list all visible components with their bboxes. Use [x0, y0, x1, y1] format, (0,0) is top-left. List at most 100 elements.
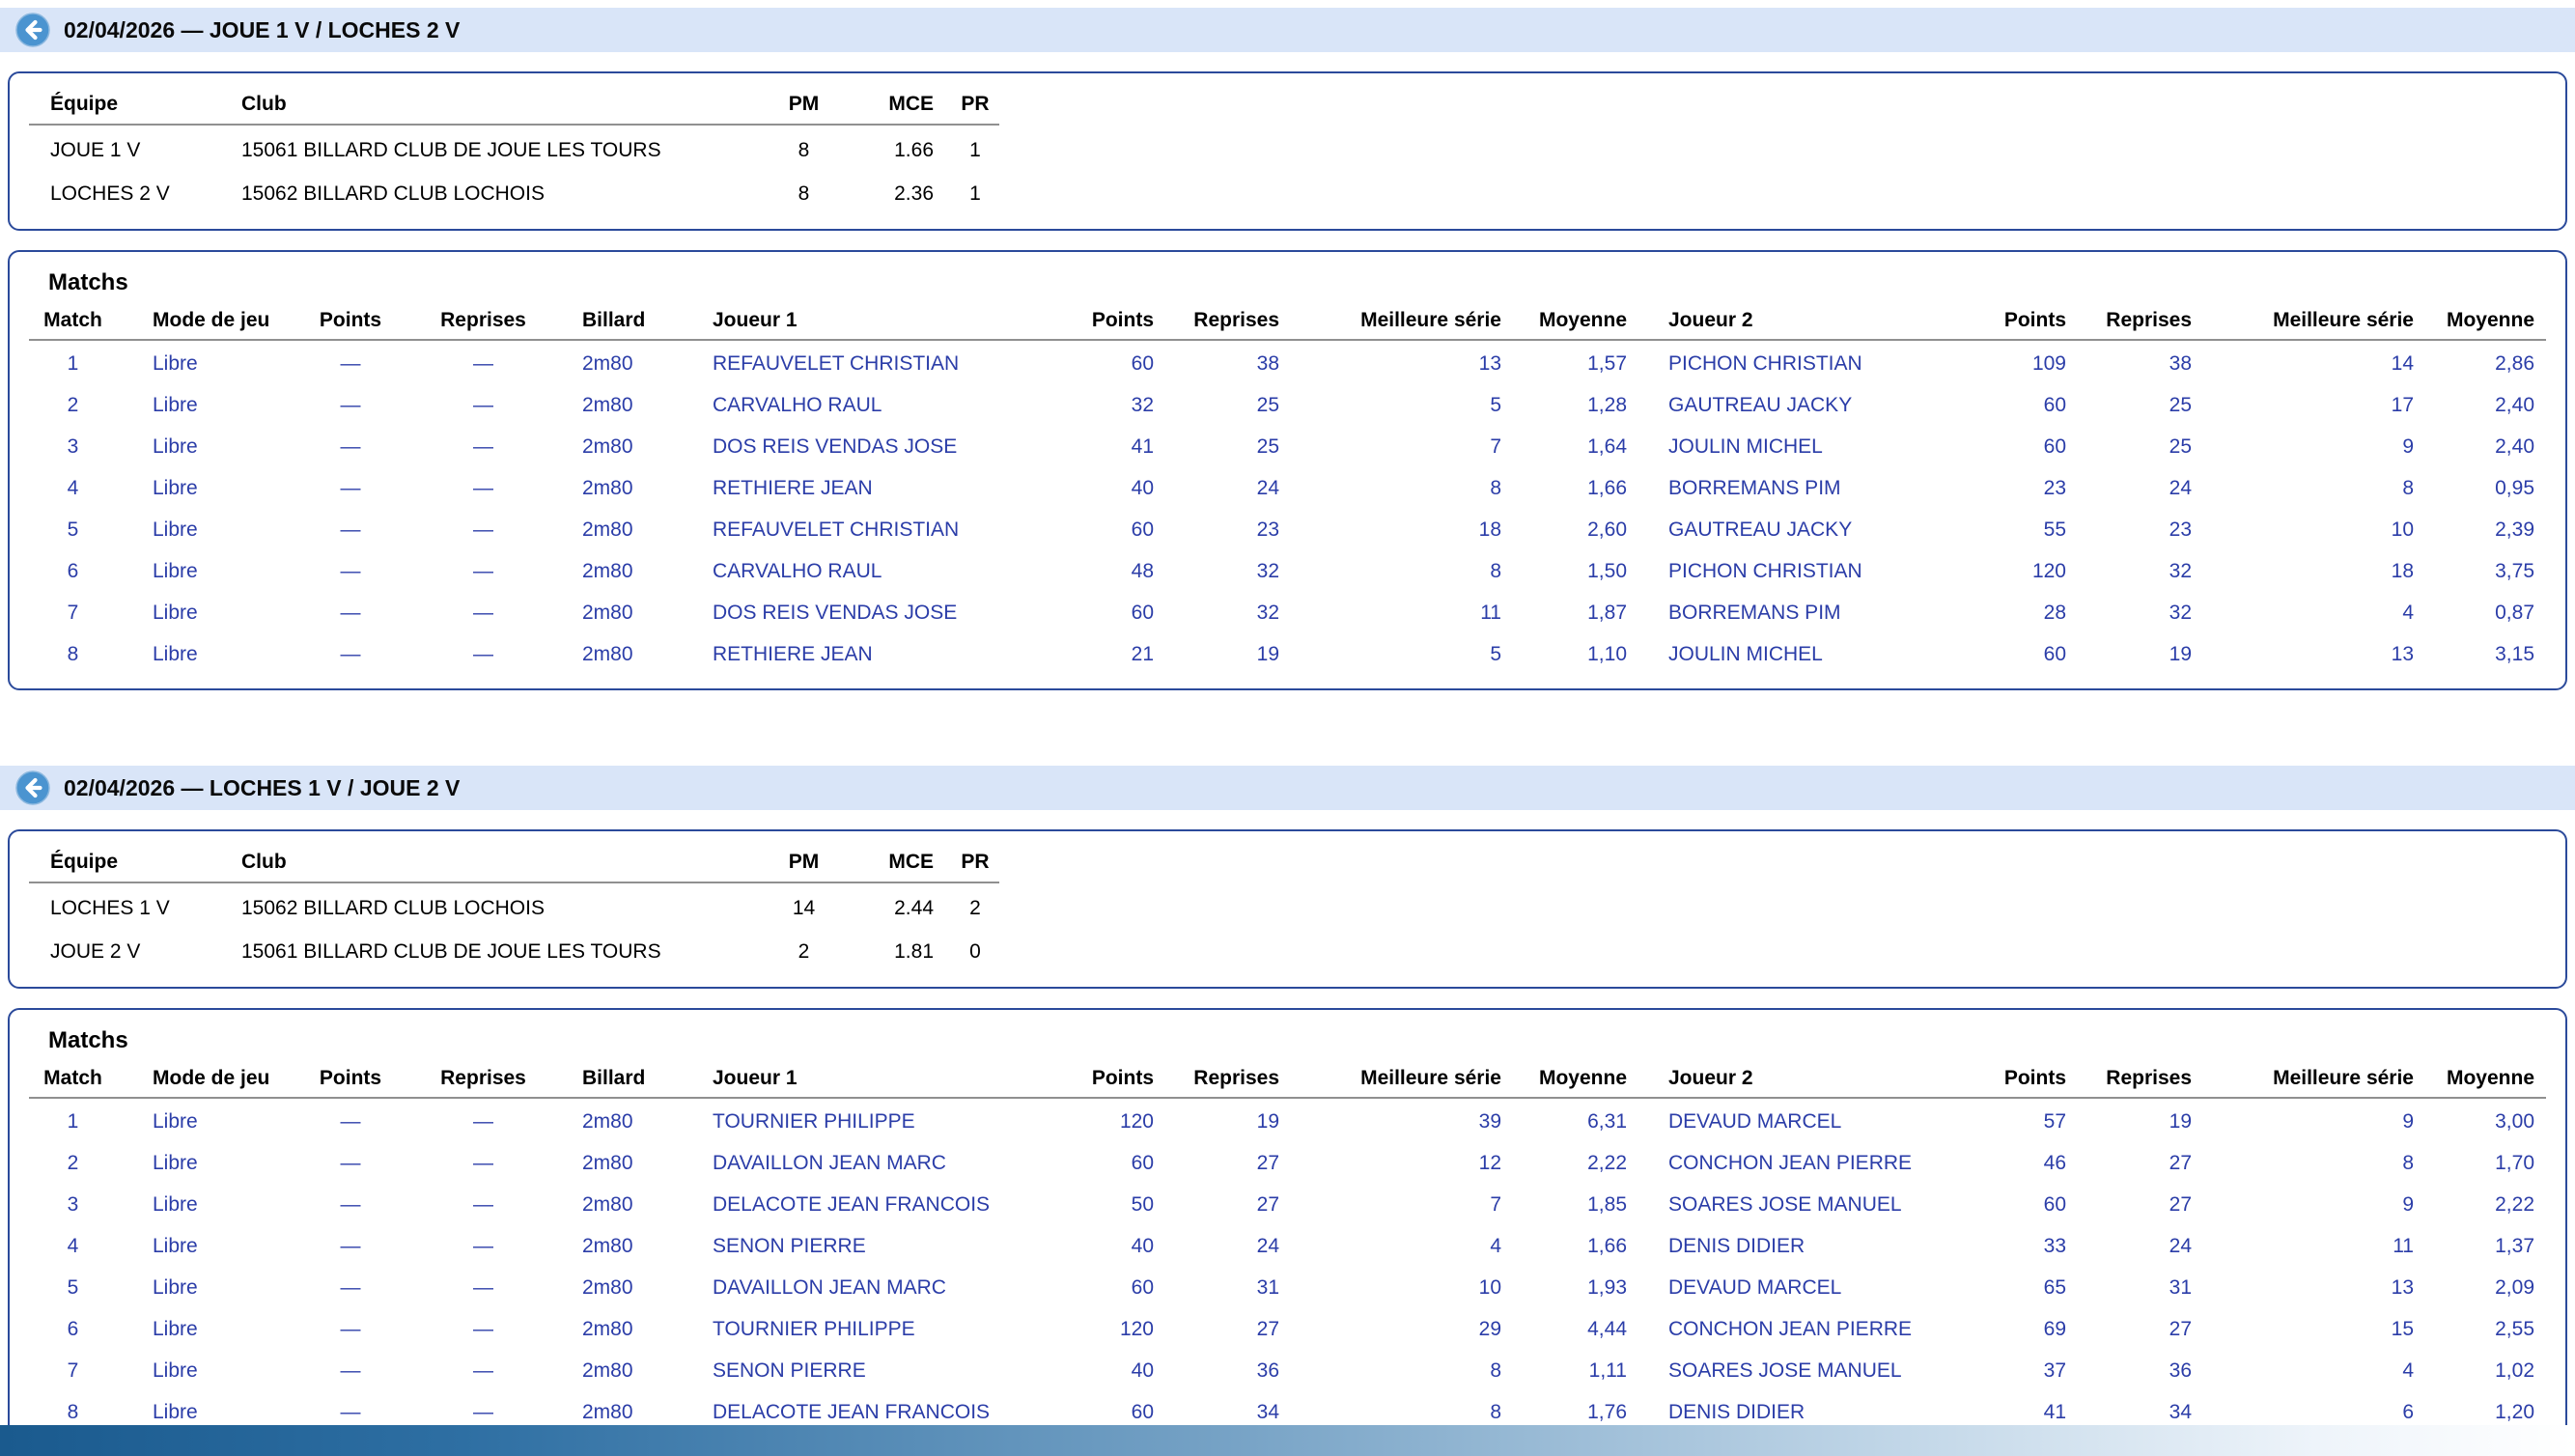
team-pr: 2: [941, 897, 1009, 920]
player2-name: GAUTREAU JACKY: [1635, 394, 1968, 417]
player2-reprises: 36: [2074, 1359, 2199, 1383]
player2-moyenne: 1,02: [2421, 1359, 2542, 1383]
match-number: 7: [27, 602, 119, 625]
matches-body: 1 Libre — — 2m80 REFAUVELET CHRISTIAN 60…: [27, 343, 2548, 675]
match-number: 8: [27, 643, 119, 666]
col-reprises-j1: Reprises: [1162, 309, 1287, 332]
player1-reprises: 27: [1162, 1193, 1287, 1217]
player2-reprises: 23: [2074, 518, 2199, 542]
match-billard: 2m80: [553, 352, 693, 376]
matches-panel: Matchs Match Mode de jeu Points Reprises…: [8, 250, 2567, 690]
matches-header-row: Match Mode de jeu Points Reprises Billar…: [27, 302, 2548, 339]
section-header: 02/04/2026 — JOUE 1 V / LOCHES 2 V: [0, 8, 2575, 52]
back-arrow-icon[interactable]: [15, 13, 50, 47]
match-row: 1 Libre — — 2m80 REFAUVELET CHRISTIAN 60…: [27, 343, 2548, 384]
player1-name: TOURNIER PHILIPPE: [693, 1318, 1055, 1341]
match-billard: 2m80: [553, 602, 693, 625]
match-points-dash: —: [288, 602, 413, 625]
player2-points: 120: [1968, 560, 2074, 583]
match-row: 3 Libre — — 2m80 DELACOTE JEAN FRANCOIS …: [27, 1184, 2548, 1225]
player2-meilleure-serie: 17: [2199, 394, 2421, 417]
col-meilleure-serie-j2: Meilleure série: [2199, 309, 2421, 332]
match-row: 2 Libre — — 2m80 CARVALHO RAUL 32 25 5 1…: [27, 384, 2548, 426]
col-reprises: Reprises: [413, 309, 553, 332]
player1-points: 60: [1055, 1152, 1162, 1175]
player1-points: 120: [1055, 1318, 1162, 1341]
teams-header-row: Équipe Club PM MCE PR: [29, 87, 2546, 122]
match-reprises-dash: —: [413, 643, 553, 666]
player2-reprises: 34: [2074, 1401, 2199, 1424]
player2-moyenne: 2,09: [2421, 1276, 2542, 1300]
player2-name: DEVAUD MARCEL: [1635, 1110, 1968, 1134]
teams-header-equipe: Équipe: [29, 851, 222, 874]
player2-moyenne: 1,37: [2421, 1235, 2542, 1258]
club-name: 15062 BILLARD CLUB LOCHOIS: [222, 182, 763, 206]
team-mce: 1.66: [845, 139, 941, 162]
player2-reprises: 19: [2074, 643, 2199, 666]
player1-meilleure-serie: 5: [1287, 643, 1509, 666]
player2-meilleure-serie: 18: [2199, 560, 2421, 583]
match-mode: Libre: [119, 602, 288, 625]
teams-header-club: Club: [222, 851, 763, 874]
matches-panel: Matchs Match Mode de jeu Points Reprises…: [8, 1008, 2567, 1448]
player1-reprises: 23: [1162, 518, 1287, 542]
player2-meilleure-serie: 4: [2199, 1359, 2421, 1383]
player2-moyenne: 1,20: [2421, 1401, 2542, 1424]
player2-reprises: 32: [2074, 602, 2199, 625]
match-mode: Libre: [119, 1152, 288, 1175]
player2-points: 23: [1968, 477, 2074, 500]
player1-meilleure-serie: 5: [1287, 394, 1509, 417]
match-billard: 2m80: [553, 394, 693, 417]
match-row: 2 Libre — — 2m80 DAVAILLON JEAN MARC 60 …: [27, 1142, 2548, 1184]
section-title: 02/04/2026 — LOCHES 1 V / JOUE 2 V: [64, 775, 460, 801]
player1-meilleure-serie: 13: [1287, 352, 1509, 376]
match-points-dash: —: [288, 560, 413, 583]
match-number: 3: [27, 1193, 119, 1217]
match-billard: 2m80: [553, 1276, 693, 1300]
match-mode: Libre: [119, 643, 288, 666]
teams-header-mce: MCE: [845, 93, 941, 116]
player1-reprises: 27: [1162, 1318, 1287, 1341]
match-number: 5: [27, 1276, 119, 1300]
col-joueur-1: Joueur 1: [693, 309, 1055, 332]
team-pr: 0: [941, 940, 1009, 964]
col-moyenne-j1: Moyenne: [1509, 309, 1635, 332]
player1-reprises: 36: [1162, 1359, 1287, 1383]
player2-moyenne: 2,39: [2421, 518, 2542, 542]
player2-name: CONCHON JEAN PIERRE: [1635, 1152, 1968, 1175]
match-billard: 2m80: [553, 477, 693, 500]
match-billard: 2m80: [553, 1359, 693, 1383]
match-reprises-dash: —: [413, 352, 553, 376]
player2-moyenne: 1,70: [2421, 1152, 2542, 1175]
player1-reprises: 25: [1162, 435, 1287, 459]
player1-points: 48: [1055, 560, 1162, 583]
player2-moyenne: 0,95: [2421, 477, 2542, 500]
player2-name: BORREMANS PIM: [1635, 602, 1968, 625]
col-billard: Billard: [553, 1067, 693, 1090]
player2-reprises: 27: [2074, 1318, 2199, 1341]
player2-meilleure-serie: 13: [2199, 643, 2421, 666]
player1-name: DOS REIS VENDAS JOSE: [693, 435, 1055, 459]
player1-points: 60: [1055, 1276, 1162, 1300]
match-number: 1: [27, 352, 119, 376]
player2-points: 41: [1968, 1401, 2074, 1424]
player1-meilleure-serie: 11: [1287, 602, 1509, 625]
player1-points: 120: [1055, 1110, 1162, 1134]
player2-reprises: 24: [2074, 1235, 2199, 1258]
player1-meilleure-serie: 29: [1287, 1318, 1509, 1341]
match-billard: 2m80: [553, 435, 693, 459]
player1-points: 40: [1055, 1235, 1162, 1258]
col-meilleure-serie-j1: Meilleure série: [1287, 1067, 1509, 1090]
player2-points: 109: [1968, 352, 2074, 376]
player1-moyenne: 1,93: [1509, 1276, 1635, 1300]
back-arrow-icon[interactable]: [15, 770, 50, 805]
player1-meilleure-serie: 8: [1287, 560, 1509, 583]
match-number: 5: [27, 518, 119, 542]
match-reprises-dash: —: [413, 1276, 553, 1300]
player1-reprises: 19: [1162, 643, 1287, 666]
match-row: 6 Libre — — 2m80 CARVALHO RAUL 48 32 8 1…: [27, 550, 2548, 592]
player1-reprises: 34: [1162, 1401, 1287, 1424]
player2-moyenne: 3,00: [2421, 1110, 2542, 1134]
player1-meilleure-serie: 7: [1287, 1193, 1509, 1217]
match-points-dash: —: [288, 477, 413, 500]
